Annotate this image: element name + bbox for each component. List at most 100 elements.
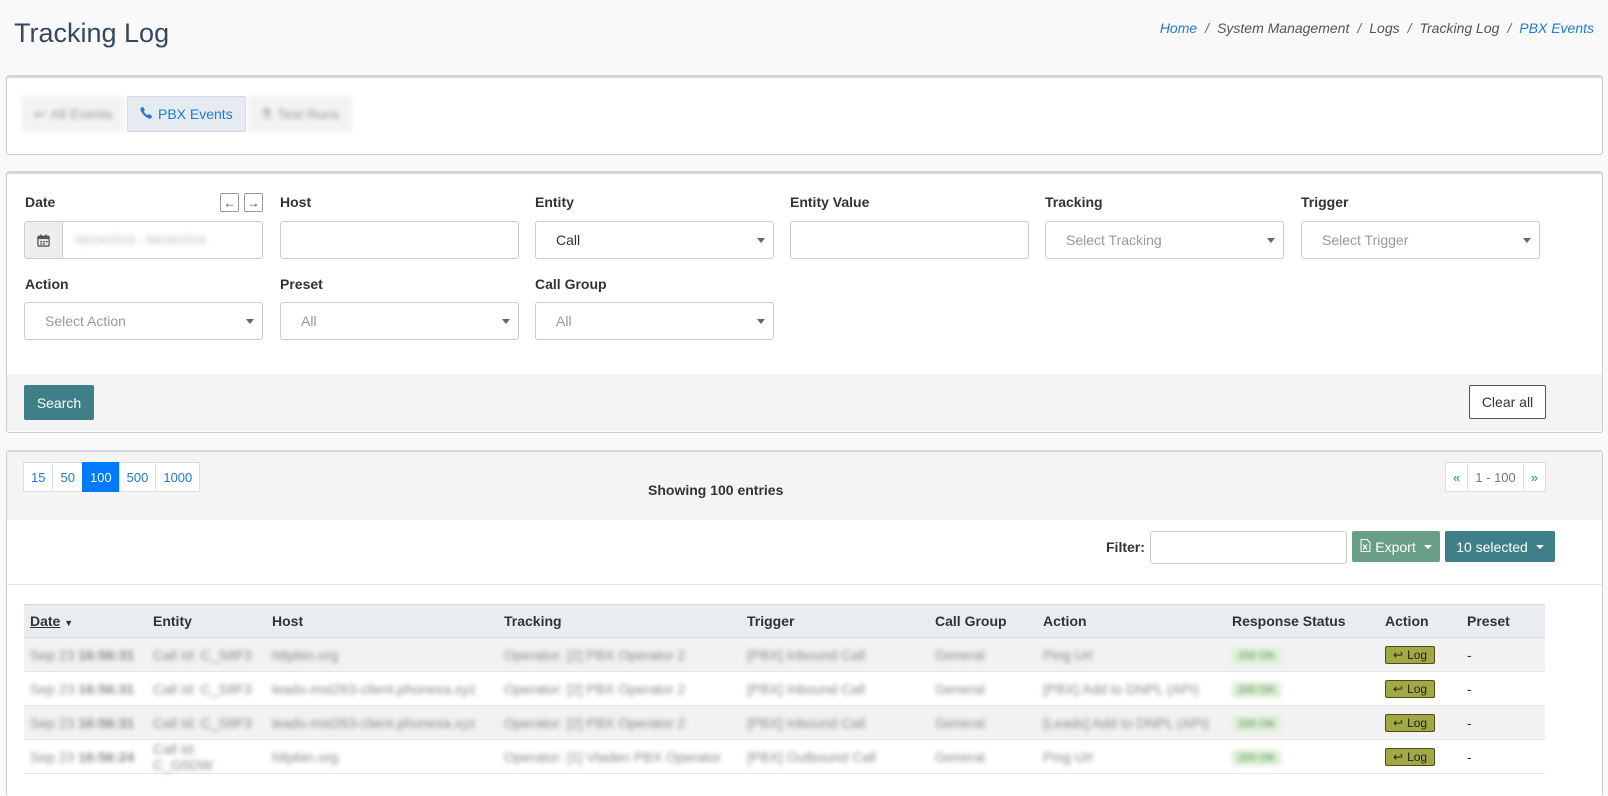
breadcrumb-home[interactable]: Home [1160,20,1197,36]
reply-icon: ↩ [1393,647,1404,662]
log-button-label: Log [1407,647,1428,662]
reply-icon: ↩ [34,105,46,122]
tracking-select-placeholder: Select Tracking [1066,232,1162,248]
breadcrumb: Home / System Management / Logs / Tracki… [1160,20,1594,36]
caret-down-icon [1523,238,1531,243]
cell-response-status: 200 OK [1226,705,1379,740]
column-header-action: Action [1037,604,1226,638]
page-size-50[interactable]: 50 [52,462,83,492]
breadcrumb-tracking-log: Tracking Log [1419,20,1500,36]
sort-link-date[interactable]: Date [30,613,60,629]
arrow-left-icon: ← [223,195,236,210]
log-button[interactable]: ↩ Log [1385,645,1436,664]
pager-next-button[interactable]: » [1522,462,1546,492]
clear-all-button[interactable]: Clear all [1469,385,1546,419]
entity-value-input[interactable] [790,221,1029,259]
preset-select-value: All [301,313,317,329]
cell-date: Sep 23 16:56:31 [24,671,147,706]
tracking-label: Tracking [1045,194,1103,210]
cell-preset: - [1461,671,1545,706]
cell-date: Sep 23 16:56:31 [24,705,147,740]
cell-action: Ping Url [1037,739,1226,774]
tab-pbx-events[interactable]: PBX Events [126,96,246,132]
columns-selected-button[interactable]: 10 selected [1445,531,1555,562]
caret-down-icon [246,319,254,324]
cell-trigger: [PBX] Inbound Call [741,637,929,672]
date-next-button[interactable]: → [244,193,263,212]
trigger-select-placeholder: Select Trigger [1322,232,1409,248]
entity-select[interactable]: Call [535,221,774,259]
export-button[interactable]: Export [1352,531,1440,562]
page-size-1000[interactable]: 1000 [155,462,201,492]
page-size-100[interactable]: 100 [81,462,120,492]
host-label: Host [280,194,312,210]
tracking-log-table: Date ▼ Entity Host Tracking Trigger Call… [24,604,1545,774]
column-header-tracking: Tracking [498,604,741,638]
pager-range: 1 - 100 [1467,462,1524,492]
reply-icon: ↩ [1393,749,1404,764]
cell-tracking: Operator: [2] PBX Operator 2 [498,671,741,706]
showing-entries-text: Showing 100 entries [648,482,784,498]
cell-call-group: General [929,637,1037,672]
caret-down-icon [1423,544,1432,549]
tab-label: Test Runs [277,106,340,122]
status-badge: 200 OK [1232,715,1282,732]
call-group-select[interactable]: All [535,302,774,340]
caret-down-icon [1267,238,1275,243]
call-group-label: Call Group [535,276,607,292]
tab-test-runs[interactable]: ⚗ Test Runs [247,96,352,132]
page-size-selector: 15 50 100 500 1000 [23,462,201,492]
page-size-500[interactable]: 500 [118,462,157,492]
search-button[interactable]: Search [24,385,94,420]
cell-host: httpbin.org [266,637,498,672]
date-range-input[interactable]: 09/24/2023 - 09/28/2024 [24,221,263,259]
pager-prev-button[interactable]: « [1445,462,1469,492]
tab-label: PBX Events [157,106,233,122]
trigger-select[interactable]: Select Trigger [1301,221,1540,259]
column-header-response-status: Response Status [1226,604,1379,638]
action-select[interactable]: Select Action [24,302,263,340]
column-header-host: Host [266,604,498,638]
log-button-label: Log [1407,715,1428,730]
host-input[interactable] [280,221,519,259]
table-header-row: Date ▼ Entity Host Tracking Trigger Call… [24,604,1545,638]
caret-down-icon [502,319,510,324]
filter-actions-bar [7,374,1602,431]
caret-down-icon [757,238,765,243]
cell-entity: Call Id: C_S8F3 [147,705,266,740]
cell-call-group: General [929,671,1037,706]
log-button[interactable]: ↩ Log [1385,679,1436,698]
export-label: Export [1375,538,1416,555]
cell-preset: - [1461,739,1545,774]
column-header-call-group: Call Group [929,604,1037,638]
table-row: Sep 23 16:56:31 Call Id: C_S8F3 httpbin.… [24,637,1545,672]
cell-preset: - [1461,705,1545,740]
caret-down-icon [757,319,765,324]
results-toolbar [7,452,1602,520]
breadcrumb-logs: Logs [1369,20,1400,36]
column-header-trigger: Trigger [741,604,929,638]
date-prev-button[interactable]: ← [220,193,239,212]
cell-response-status: 200 OK [1226,671,1379,706]
breadcrumb-separator: / [1205,20,1210,36]
tab-label: All Events [50,106,113,122]
breadcrumb-pbx-events[interactable]: PBX Events [1519,20,1594,36]
cell-host: leads-mst263-client.phonexa.xyz [266,671,498,706]
log-button[interactable]: ↩ Log [1385,713,1436,732]
tracking-select[interactable]: Select Tracking [1045,221,1284,259]
cell-host: leads-mst263-client.phonexa.xyz [266,705,498,740]
preset-select[interactable]: All [280,302,519,340]
tab-all-events[interactable]: ↩ All Events [22,96,125,132]
column-header-date[interactable]: Date ▼ [24,604,147,638]
breadcrumb-system-management: System Management [1217,20,1350,36]
breadcrumb-separator: / [1357,20,1362,36]
log-button[interactable]: ↩ Log [1385,747,1436,766]
filter-input[interactable] [1150,531,1347,564]
cell-action: [Leads] Add to DNPL (API) [1037,705,1226,740]
preset-label: Preset [280,276,323,292]
entity-select-value: Call [556,232,581,248]
call-group-select-value: All [556,313,572,329]
caret-down-icon [1535,544,1544,549]
page-size-15[interactable]: 15 [23,462,54,492]
action-select-placeholder: Select Action [45,313,126,329]
